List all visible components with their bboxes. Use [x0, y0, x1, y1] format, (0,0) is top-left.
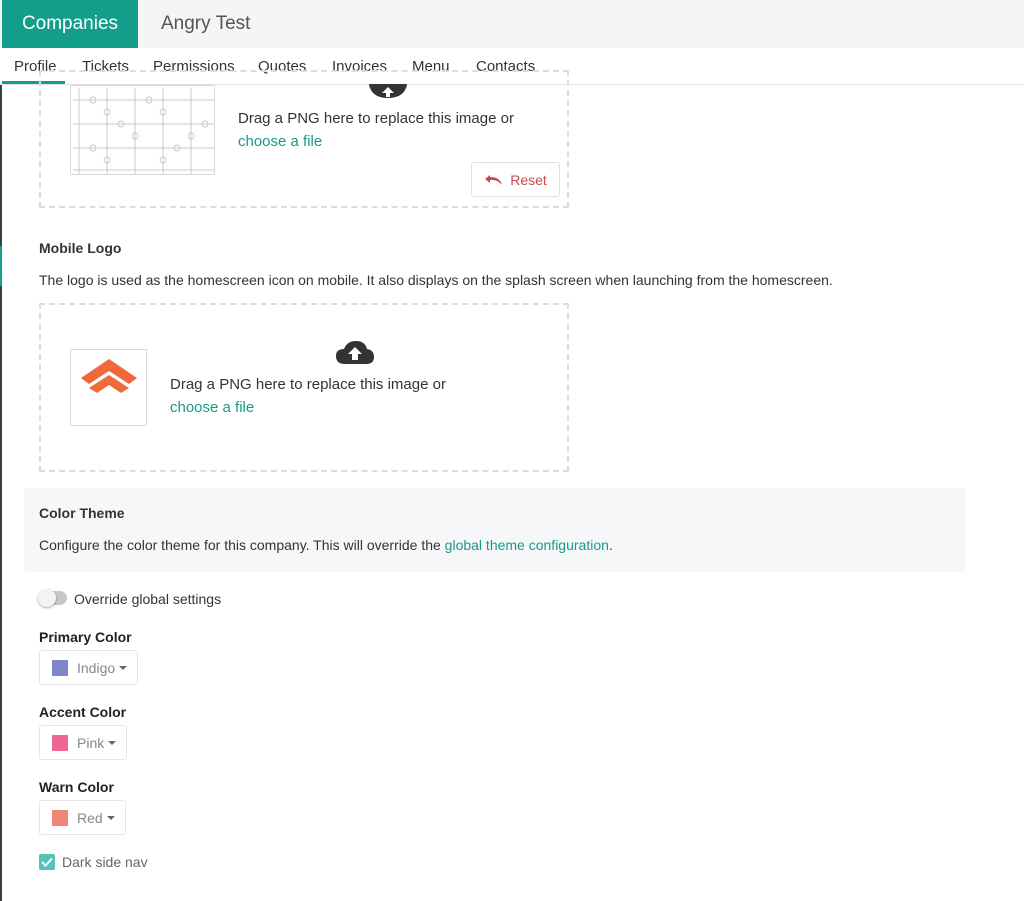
primary-color-label: Primary Color: [39, 629, 132, 645]
accent-color-select[interactable]: Pink: [39, 725, 128, 760]
puzzle-placeholder-icon: [73, 88, 214, 174]
mobile-logo-choose-file-link[interactable]: choose a file: [170, 399, 254, 416]
warn-color-swatch: [52, 809, 68, 826]
logo-choose-file-link[interactable]: choose a file: [238, 133, 322, 150]
left-edge: [0, 0, 2, 901]
mobile-logo-description: The logo is used as the homescreen icon …: [39, 272, 833, 288]
logo-reset-button[interactable]: Reset: [471, 162, 560, 197]
override-global-label: Override global settings: [74, 591, 222, 607]
caret-down-icon: [108, 740, 117, 745]
accent-color-label: Accent Color: [39, 704, 127, 720]
tab-companies[interactable]: Companies: [2, 0, 138, 48]
dark-side-nav-checkbox[interactable]: [39, 854, 55, 870]
mobile-logo-title: Mobile Logo: [39, 240, 122, 256]
top-tab-bar: Companies Angry Test: [0, 0, 1024, 48]
warn-color-value: Red: [77, 809, 103, 826]
warn-color-select[interactable]: Red: [39, 800, 126, 835]
primary-color-swatch: [52, 659, 68, 676]
logo-placeholder-image: [70, 85, 215, 175]
color-theme-panel: [24, 488, 966, 572]
mobile-logo-drop-instructions: Drag a PNG here to replace this image or…: [170, 376, 446, 416]
dark-side-nav-label: Dark side nav: [62, 854, 148, 870]
toggle-knob: [38, 589, 56, 607]
upload-cloud-icon: [369, 84, 407, 98]
color-theme-description: Configure the color theme for this compa…: [39, 537, 613, 553]
global-theme-link[interactable]: global theme configuration: [445, 537, 609, 553]
color-theme-title: Color Theme: [39, 505, 125, 521]
caret-down-icon: [119, 665, 128, 670]
warn-color-label: Warn Color: [39, 779, 114, 795]
caret-down-icon: [106, 815, 115, 820]
accent-color-value: Pink: [77, 734, 105, 751]
logo-drop-instructions: Drag a PNG here to replace this image or…: [238, 110, 514, 150]
left-edge-accent: [0, 246, 2, 286]
primary-color-value: Indigo: [77, 659, 116, 676]
tab-angry-test[interactable]: Angry Test: [161, 0, 250, 48]
reset-label: Reset: [510, 171, 547, 188]
checkmark-icon: [41, 857, 53, 867]
accent-color-swatch: [52, 734, 68, 751]
mobile-logo-preview: [70, 349, 147, 426]
undo-icon: [485, 174, 503, 185]
primary-color-select[interactable]: Indigo: [39, 650, 139, 685]
upload-cloud-icon: [336, 341, 374, 364]
chevron-logo-icon: [81, 359, 137, 393]
override-global-toggle[interactable]: [38, 589, 67, 607]
